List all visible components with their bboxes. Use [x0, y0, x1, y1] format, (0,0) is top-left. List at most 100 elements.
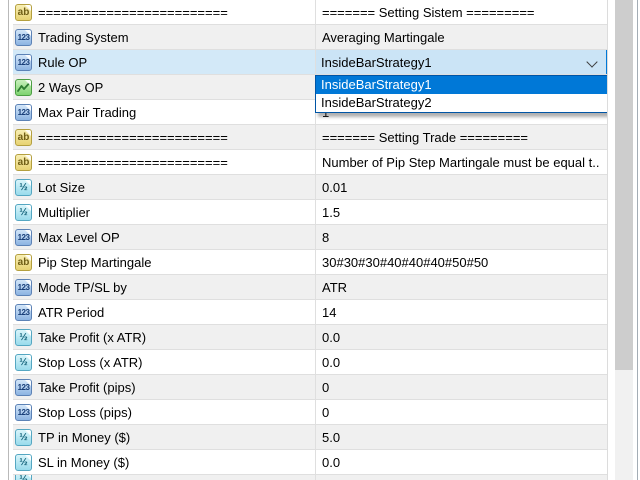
table-row: ½ SL in Money ($) 0.0: [13, 450, 607, 475]
table-row: ½ TP in Money ($) 5.0: [13, 425, 607, 450]
param-value: 0.01: [322, 179, 348, 195]
param-label: Stop Loss (x ATR): [38, 354, 143, 370]
integer-type-icon: 123: [15, 53, 32, 71]
param-label-cell: 123 Max Level OP: [13, 225, 315, 249]
line-chart-icon: [15, 78, 32, 96]
param-value-cell[interactable]: [315, 475, 607, 480]
param-label: ATR Period: [38, 304, 105, 320]
param-value: 5.0: [322, 429, 341, 445]
panel-right-border: [637, 0, 638, 480]
param-label: Rule OP: [38, 54, 88, 70]
double-type-icon: ½: [15, 328, 32, 346]
scrollbar-thumb[interactable]: [615, 0, 633, 370]
param-label: Mode TP/SL by: [38, 279, 127, 295]
param-label-cell: ½ Take Profit (x ATR): [13, 325, 315, 349]
string-type-icon: ab: [15, 153, 32, 171]
panel-left-border: [8, 0, 9, 480]
param-value: 0: [322, 404, 330, 420]
string-type-icon: ab: [15, 253, 32, 271]
param-value-cell[interactable]: 0.0: [315, 450, 607, 474]
double-type-icon: ½: [15, 428, 32, 446]
table-row: ½: [13, 475, 607, 480]
param-value-cell[interactable]: 8: [315, 225, 607, 249]
param-value-cell[interactable]: 1.5: [315, 200, 607, 224]
param-label: 2 Ways OP: [38, 79, 104, 95]
param-label: Trading System: [38, 29, 129, 45]
table-row: ½ Take Profit (x ATR) 0.0: [13, 325, 607, 350]
param-value-cell[interactable]: 0.0: [315, 350, 607, 374]
table-row: 123 Take Profit (pips) 0: [13, 375, 607, 400]
string-type-icon: ab: [15, 3, 32, 21]
param-label-cell: ab =========================: [13, 150, 315, 174]
param-label: =========================: [38, 4, 228, 20]
double-type-icon: ½: [15, 178, 32, 196]
param-label: TP in Money ($): [38, 429, 131, 445]
rule-op-dropdown: InsideBarStrategy1 InsideBarStrategy2: [315, 75, 607, 113]
param-label-cell: ½ SL in Money ($): [13, 450, 315, 474]
param-value-cell[interactable]: 0.0: [315, 325, 607, 349]
param-label: Max Pair Trading: [38, 104, 137, 120]
param-value-cell[interactable]: Averaging Martingale: [315, 25, 607, 49]
param-label-cell: ½ TP in Money ($): [13, 425, 315, 449]
param-value-cell[interactable]: 0: [315, 375, 607, 399]
param-label-cell: 123 Take Profit (pips): [13, 375, 315, 399]
param-label-cell: 2 Ways OP: [13, 75, 315, 99]
param-value-cell[interactable]: InsideBarStrategy1: [315, 50, 607, 74]
double-type-icon: ½: [15, 453, 32, 471]
param-value: 0.0: [322, 354, 341, 370]
param-value: Averaging Martingale: [322, 29, 445, 45]
table-row: ab ========================= ======= Setti…: [13, 125, 607, 150]
param-value-cell[interactable]: ======= Setting Trade =========: [315, 125, 607, 149]
table-row: 123 ATR Period 14: [13, 300, 607, 325]
param-value-cell[interactable]: ATR: [315, 275, 607, 299]
param-value-cell[interactable]: Number of Pip Step Martingale must be eq…: [315, 150, 607, 174]
table-row: ½ Stop Loss (x ATR) 0.0: [13, 350, 607, 375]
param-value: 0: [322, 379, 330, 395]
param-value: ======= Setting Sistem =========: [322, 4, 535, 20]
param-value: 0.0: [322, 329, 341, 345]
param-value-cell[interactable]: 5.0: [315, 425, 607, 449]
table-row: 123 Trading System Averaging Martingale: [13, 25, 607, 50]
table-row: 123 Stop Loss (pips) 0: [13, 400, 607, 425]
param-label-cell: ½: [13, 475, 315, 480]
chevron-down-icon[interactable]: [586, 56, 598, 68]
param-value-cell[interactable]: 0.01: [315, 175, 607, 199]
param-label: =========================: [38, 129, 228, 145]
param-value-cell[interactable]: ======= Setting Sistem =========: [315, 0, 607, 24]
combobox-selected-value: InsideBarStrategy1: [321, 54, 432, 70]
integer-type-icon: 123: [15, 28, 32, 46]
table-row: 123 Mode TP/SL by ATR: [13, 275, 607, 300]
param-label: Pip Step Martingale: [38, 254, 152, 270]
param-label-cell: 123 Trading System: [13, 25, 315, 49]
string-type-icon: ab: [15, 128, 32, 146]
double-type-icon: ½: [15, 353, 32, 371]
double-type-icon: ½: [15, 203, 32, 221]
param-value-cell[interactable]: 14: [315, 300, 607, 324]
param-value-cell[interactable]: 0: [315, 400, 607, 424]
double-type-icon: ½: [15, 475, 32, 480]
param-value: 0.0: [322, 454, 341, 470]
param-value: 14: [322, 304, 337, 320]
param-label-cell: ab =========================: [13, 0, 315, 24]
param-value: 8: [322, 229, 330, 245]
rule-op-combobox[interactable]: InsideBarStrategy1: [316, 50, 607, 74]
inputs-table: ab ========================= ======= Setti…: [13, 0, 608, 480]
table-row: ½ Multiplier 1.5: [13, 200, 607, 225]
param-value-cell[interactable]: 30#30#30#40#40#40#50#50: [315, 250, 607, 274]
integer-type-icon: 123: [15, 278, 32, 296]
table-row: ab Pip Step Martingale 30#30#30#40#40#40#5…: [13, 250, 607, 275]
dropdown-option[interactable]: InsideBarStrategy2: [316, 94, 607, 112]
param-label-cell: ½ Stop Loss (x ATR): [13, 350, 315, 374]
param-value: Number of Pip Step Martingale must be eq…: [322, 154, 600, 170]
table-row: ½ Lot Size 0.01: [13, 175, 607, 200]
table-row: 123 Max Level OP 8: [13, 225, 607, 250]
param-value: ======= Setting Trade =========: [322, 129, 529, 145]
param-label: Multiplier: [38, 204, 91, 220]
param-label-cell: 123 Rule OP: [13, 50, 315, 74]
param-label: Stop Loss (pips): [38, 404, 132, 420]
vertical-scrollbar[interactable]: [615, 0, 633, 480]
integer-type-icon: 123: [15, 378, 32, 396]
param-label: Take Profit (pips): [38, 379, 136, 395]
dropdown-option[interactable]: InsideBarStrategy1: [316, 76, 607, 94]
param-label: Max Level OP: [38, 229, 120, 245]
